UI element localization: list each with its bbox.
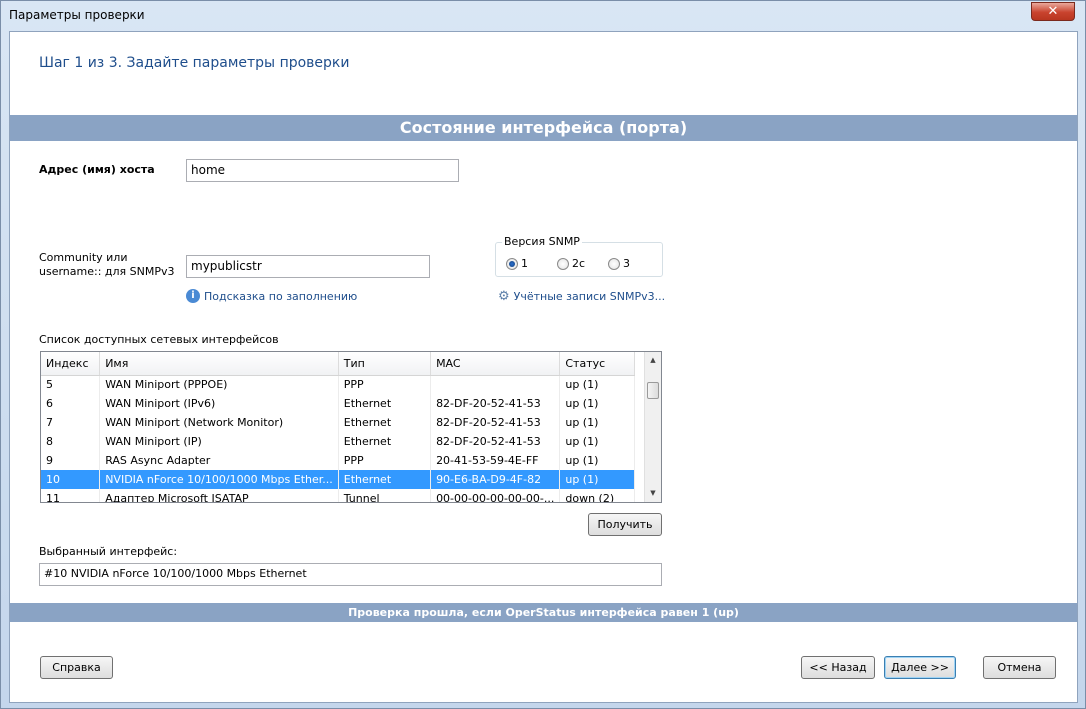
footer-note: Проверка прошла, если OperStatus интерфе… <box>10 603 1077 622</box>
column-header-index[interactable]: Индекс <box>41 352 101 376</box>
snmp-radio-1[interactable]: 1 <box>506 257 528 270</box>
community-input[interactable]: mypublicstr <box>186 255 430 278</box>
gears-icon: ⚙ <box>498 289 510 304</box>
snmp-radio-2c[interactable]: 2c <box>557 257 585 270</box>
snmp-version-group: Версия SNMP 1 2c 3 <box>495 235 663 277</box>
cell-type: Ethernet <box>338 432 432 451</box>
cell-index: 7 <box>41 413 101 432</box>
snmp-radio-1-label: 1 <box>521 257 528 270</box>
table-row[interactable]: 5 WAN Miniport (PPPOE) PPP up (1) <box>41 375 635 394</box>
cell-name: Адаптер Microsoft ISATAP <box>99 489 339 502</box>
cell-status: down (2) <box>559 489 635 502</box>
help-button[interactable]: Справка <box>40 656 113 679</box>
next-button[interactable]: Далее >> <box>884 656 956 679</box>
table-header-row: Индекс Имя Тип MAC Статус <box>41 352 635 376</box>
cell-status: up (1) <box>559 432 635 451</box>
hint-link-label: Подсказка по заполнению <box>204 289 358 303</box>
cell-name: NVIDIA nForce 10/100/1000 Mbps Ether... <box>99 470 339 489</box>
column-header-type[interactable]: Тип <box>338 352 432 376</box>
table-row[interactable]: 11 Адаптер Microsoft ISATAP Tunnel 00-00-00… <box>41 489 635 502</box>
scroll-thumb[interactable] <box>647 382 659 399</box>
cell-name: WAN Miniport (IP) <box>99 432 339 451</box>
table-row[interactable]: 6 WAN Miniport (IPv6) Ethernet 82-DF-20-52-… <box>41 394 635 413</box>
cell-index: 10 <box>41 470 101 489</box>
table-row[interactable]: 7 WAN Miniport (Network Monitor) Ethernet 8… <box>41 413 635 432</box>
table-row[interactable]: 9 RAS Async Adapter PPP 20-41-53-59-4E-FF up… <box>41 451 635 470</box>
snmp-radio-3[interactable]: 3 <box>608 257 630 270</box>
snmp-radio-2c-label: 2c <box>572 257 586 270</box>
cell-type: Ethernet <box>338 413 432 432</box>
table-row[interactable]: 8 WAN Miniport (IP) Ethernet 82-DF-20-52-41… <box>41 432 635 451</box>
cell-status: up (1) <box>559 451 635 470</box>
step-title: Шаг 1 из 3. Задайте параметры проверки <box>39 55 350 71</box>
community-label-line2: username:: для SNMPv3 <box>39 265 175 278</box>
close-icon: ✕ <box>1047 4 1059 19</box>
table-scrollbar[interactable]: ▲ ▼ <box>644 352 661 502</box>
table-row[interactable]: 10 NVIDIA nForce 10/100/1000 Mbps Ether..… <box>41 470 635 489</box>
cell-name: RAS Async Adapter <box>99 451 339 470</box>
cell-type: PPP <box>338 451 432 470</box>
cell-status: up (1) <box>559 375 635 394</box>
cell-type: Ethernet <box>338 394 432 413</box>
cell-mac <box>430 375 561 394</box>
title-bar: Параметры проверки <box>1 1 1085 31</box>
cell-status: up (1) <box>559 394 635 413</box>
cell-mac: 90-E6-BA-D9-4F-82 <box>430 470 561 489</box>
column-header-mac[interactable]: MAC <box>430 352 561 376</box>
cell-index: 8 <box>41 432 101 451</box>
cell-status: up (1) <box>559 413 635 432</box>
cell-type: PPP <box>338 375 432 394</box>
radio-unchecked-icon <box>557 257 569 270</box>
column-header-status[interactable]: Статус <box>559 352 635 376</box>
cell-name: WAN Miniport (Network Monitor) <box>99 413 339 432</box>
cell-mac: 82-DF-20-52-41-53 <box>430 394 561 413</box>
back-button[interactable]: << Назад <box>801 656 875 679</box>
snmpv3-accounts-link[interactable]: ⚙ Учётные записи SNMPv3... <box>498 289 665 304</box>
host-label: Адрес (имя) хоста <box>39 163 155 176</box>
column-header-name[interactable]: Имя <box>99 352 339 376</box>
radio-checked-icon <box>506 257 518 270</box>
cell-type: Tunnel <box>338 489 432 502</box>
hint-link[interactable]: i Подсказка по заполнению <box>186 289 357 303</box>
interfaces-table[interactable]: Индекс Имя Тип MAC Статус 5 WAN Miniport … <box>40 351 662 503</box>
dialog-client-area: Шаг 1 из 3. Задайте параметры проверки С… <box>9 31 1078 703</box>
cell-index: 6 <box>41 394 101 413</box>
community-label-line1: Community или <box>39 251 128 264</box>
cell-index: 11 <box>41 489 101 502</box>
radio-unchecked-icon <box>608 257 620 270</box>
interfaces-label: Список доступных сетевых интерфейсов <box>39 333 279 346</box>
window-title: Параметры проверки <box>9 8 145 22</box>
cancel-button[interactable]: Отмена <box>983 656 1056 679</box>
selected-interface-label: Выбранный интерфейс: <box>39 545 178 558</box>
cell-mac: 20-41-53-59-4E-FF <box>430 451 561 470</box>
section-title: Состояние интерфейса (порта) <box>10 115 1077 141</box>
cell-index: 5 <box>41 375 101 394</box>
cell-mac: 82-DF-20-52-41-53 <box>430 432 561 451</box>
selected-interface-field: #10 NVIDIA nForce 10/100/1000 Mbps Ether… <box>39 563 662 586</box>
snmp-version-legend: Версия SNMP <box>502 235 582 248</box>
snmpv3-accounts-label: Учётные записи SNMPv3... <box>513 290 666 303</box>
cell-index: 9 <box>41 451 101 470</box>
dialog-window: Параметры проверки ✕ Шаг 1 из 3. Задайте… <box>0 0 1086 709</box>
get-button[interactable]: Получить <box>588 513 662 536</box>
snmp-radio-3-label: 3 <box>623 257 630 270</box>
cell-status: up (1) <box>559 470 635 489</box>
cell-type: Ethernet <box>338 470 432 489</box>
info-icon: i <box>186 289 200 303</box>
cell-name: WAN Miniport (PPPOE) <box>99 375 339 394</box>
scroll-up-icon[interactable]: ▲ <box>645 352 661 369</box>
close-button[interactable]: ✕ <box>1031 2 1075 21</box>
scroll-down-icon[interactable]: ▼ <box>645 485 661 502</box>
cell-mac: 00-00-00-00-00-00-... <box>430 489 561 502</box>
host-input[interactable]: home <box>186 159 459 182</box>
cell-mac: 82-DF-20-52-41-53 <box>430 413 561 432</box>
cell-name: WAN Miniport (IPv6) <box>99 394 339 413</box>
community-label: Community или username:: для SNMPv3 <box>39 251 175 279</box>
